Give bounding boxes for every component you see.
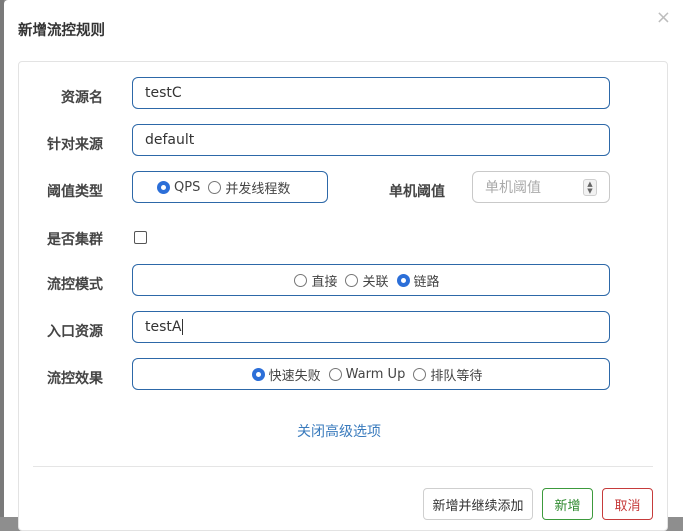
radio-thread-count-dot[interactable] [208, 180, 222, 194]
radio-qps-dot[interactable] [157, 180, 170, 194]
threshold-input[interactable]: 单机阈值 ▲ ▼ [472, 171, 610, 203]
close-icon[interactable]: × [656, 9, 671, 27]
radio-qps-label: QPS [174, 179, 201, 195]
form-card: 资源名 testC 针对来源 default 阈值类型 QPS 并发线程数 单机… [18, 61, 668, 531]
entry-resource-input[interactable]: testA [132, 311, 610, 343]
text-cursor [182, 319, 184, 335]
radio-chain[interactable]: 链路 [396, 271, 440, 290]
control-behavior-label: 流控效果 [47, 371, 103, 387]
entry-resource-label: 入口资源 [47, 324, 103, 340]
dialog-title: 新增流控规则 [18, 23, 105, 39]
add-button[interactable]: 新增 [542, 488, 593, 520]
radio-warm-up-dot[interactable] [328, 367, 342, 381]
cluster-label: 是否集群 [47, 232, 103, 248]
threshold-placeholder: 单机阈值 [485, 180, 541, 196]
radio-direct-dot[interactable] [294, 273, 308, 287]
cluster-checkbox[interactable] [134, 231, 147, 244]
radio-thread-count[interactable]: 并发线程数 [208, 178, 290, 197]
radio-direct-label: 直接 [311, 274, 338, 290]
radio-warm-up[interactable]: Warm Up [328, 366, 406, 382]
threshold-type-radio-group: QPS 并发线程数 [132, 171, 328, 203]
strategy-radio-group: 直接 关联 链路 [132, 264, 610, 296]
radio-warm-up-label: Warm Up [345, 366, 406, 382]
radio-fast-fail-label: 快速失败 [268, 368, 321, 384]
radio-chain-label: 链路 [413, 274, 440, 290]
limit-app-input[interactable]: default [132, 124, 610, 156]
add-and-continue-button[interactable]: 新增并继续添加 [423, 488, 533, 520]
threshold-type-label: 阈值类型 [47, 184, 103, 200]
radio-queue-dot[interactable] [413, 367, 427, 381]
radio-queue-label: 排队等待 [430, 368, 483, 384]
radio-fast-fail[interactable]: 快速失败 [251, 365, 321, 384]
strategy-label: 流控模式 [47, 277, 103, 293]
radio-qps[interactable]: QPS [157, 180, 200, 195]
radio-chain-dot[interactable] [396, 273, 410, 287]
footer-divider [33, 466, 653, 467]
radio-relate[interactable]: 关联 [345, 271, 389, 290]
radio-relate-dot[interactable] [345, 273, 359, 287]
limit-app-label: 针对来源 [47, 137, 103, 153]
cancel-button[interactable]: 取消 [602, 488, 653, 520]
entry-resource-value: testA [145, 319, 182, 335]
control-behavior-radio-group: 快速失败 Warm Up 排队等待 [132, 358, 610, 390]
limit-app-value: default [145, 132, 195, 148]
add-flow-rule-dialog: 新增流控规则 × 资源名 testC 针对来源 default 阈值类型 QPS… [4, 0, 683, 531]
threshold-label: 单机阈值 [389, 184, 445, 200]
resource-name-label: 资源名 [61, 90, 103, 106]
radio-direct[interactable]: 直接 [294, 271, 337, 290]
radio-relate-label: 关联 [362, 274, 389, 290]
resource-name-value: testC [145, 85, 182, 101]
toggle-advanced-link[interactable]: 关闭高级选项 [297, 421, 381, 441]
radio-fast-fail-dot[interactable] [251, 367, 265, 381]
dialog-header: 新增流控规则 × [4, 0, 683, 58]
radio-thread-count-label: 并发线程数 [225, 181, 291, 197]
spinner-icon[interactable]: ▲ ▼ [583, 179, 597, 196]
radio-queue[interactable]: 排队等待 [413, 365, 482, 384]
resource-name-input[interactable]: testC [132, 77, 610, 109]
